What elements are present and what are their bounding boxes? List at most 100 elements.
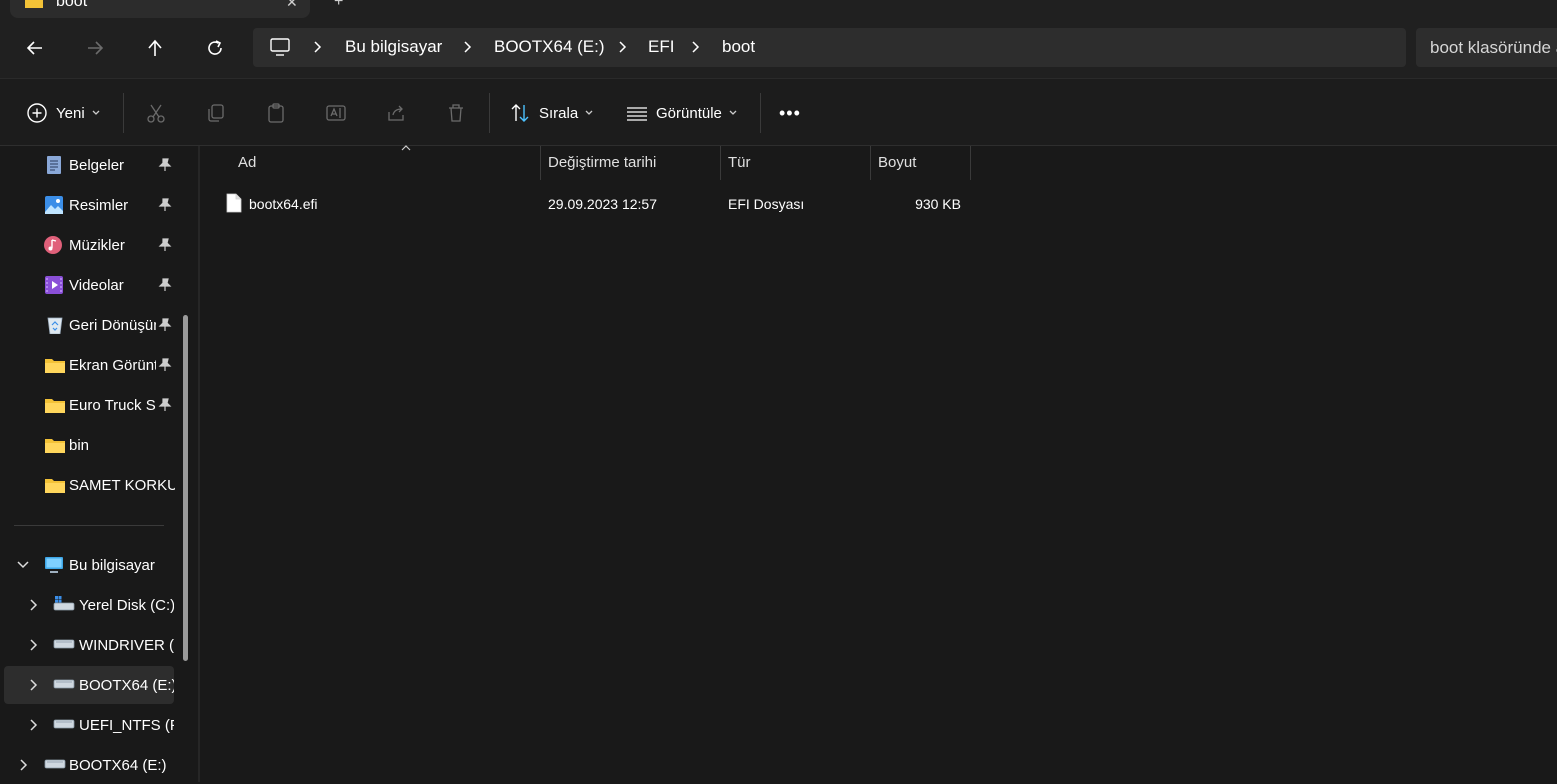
copy-icon (208, 104, 224, 122)
folder-icon (45, 439, 65, 453)
recycle-bin-icon (47, 317, 63, 334)
tab-title: boot (56, 0, 88, 10)
address-bar[interactable]: Bu bilgisayar BOOTX64 (E:) EFI boot (253, 28, 1406, 67)
address-row: Bu bilgisayar BOOTX64 (E:) EFI boot boot… (0, 18, 1557, 78)
sidebar-item-this-pc[interactable]: Bu bilgisayar (4, 546, 174, 584)
column-header-type[interactable]: Tür (721, 146, 870, 180)
forward-button[interactable] (77, 30, 113, 66)
sort-icon (511, 104, 529, 122)
scissors-icon (147, 104, 165, 123)
sidebar-item-videolar[interactable]: Videolar (4, 266, 174, 304)
sidebar-item-label: Bu bilgisayar (69, 557, 155, 574)
sidebar-item-samet-korkusuz[interactable]: SAMET KORKUSUZ (4, 466, 175, 504)
sidebar-item-belgeler[interactable]: Belgeler (4, 146, 174, 184)
sidebar-item-label: bin (69, 437, 90, 454)
paste-button[interactable] (265, 97, 287, 129)
more-options-button[interactable]: ••• (779, 97, 801, 129)
pin-icon[interactable] (158, 198, 172, 212)
sidebar-item-drive-c[interactable]: Yerel Disk (C:) (4, 586, 174, 624)
pin-icon[interactable] (158, 318, 172, 332)
up-button[interactable] (137, 30, 173, 66)
chevron-right-icon[interactable] (28, 678, 40, 692)
chevron-right-icon[interactable] (691, 40, 701, 54)
tab-close-button[interactable]: ✕ (286, 0, 298, 11)
rename-button[interactable] (325, 97, 347, 129)
system-drive-icon (53, 596, 75, 611)
refresh-button[interactable] (197, 30, 233, 66)
toolbar-divider (123, 93, 124, 133)
more-icon: ••• (779, 102, 801, 123)
sidebar-item-label: Belgeler (69, 157, 125, 174)
tab-strip: boot ✕ + (0, 0, 1557, 18)
sidebar-item-label: Müzikler (69, 237, 125, 254)
sidebar-item-drive-e[interactable]: BOOTX64 (E:) (4, 666, 174, 704)
column-header-size[interactable]: Boyut (871, 146, 970, 180)
pin-icon[interactable] (158, 238, 172, 252)
sidebar-item-label: Geri Dönüşüm Kutusu (69, 317, 156, 334)
column-header-name[interactable]: Ad (220, 145, 540, 180)
clipboard-icon (268, 103, 284, 123)
new-tab-button[interactable]: + (334, 0, 343, 11)
chevron-right-icon[interactable] (463, 40, 473, 54)
sort-label: Sırala (539, 104, 579, 122)
file-name: bootx64.efi (249, 196, 318, 212)
sidebar-scrollbar[interactable] (183, 315, 188, 661)
pin-icon[interactable] (158, 278, 172, 292)
sidebar-item-label: UEFI_NTFS (F:) (79, 717, 174, 734)
back-button[interactable] (17, 30, 53, 66)
chevron-right-icon[interactable] (28, 598, 40, 612)
file-type: EFI Dosyası (728, 196, 805, 212)
sidebar-item-label: WINDRIVER (D:) (79, 637, 174, 654)
sidebar-item-label: Resimler (69, 197, 129, 214)
chevron-right-icon[interactable] (28, 638, 40, 652)
pictures-icon (45, 196, 63, 214)
sidebar-item-drive-f[interactable]: UEFI_NTFS (F:) (4, 706, 174, 744)
column-header-label: Değiştirme tarihi (548, 154, 657, 171)
arrow-left-icon (26, 41, 42, 55)
sidebar-item-drive-d[interactable]: WINDRIVER (D:) (4, 626, 174, 664)
pin-icon[interactable] (158, 398, 172, 412)
sidebar-item-label: Yerel Disk (C:) (79, 597, 174, 614)
breadcrumb-boot[interactable]: boot (722, 37, 755, 57)
plus-circle-icon (27, 103, 47, 123)
chevron-right-icon[interactable] (28, 718, 40, 732)
search-placeholder: boot klasöründe ara (1430, 38, 1557, 57)
documents-icon (47, 156, 61, 174)
list-view-icon (627, 107, 647, 121)
sidebar-item-resimler[interactable]: Resimler (4, 186, 174, 224)
sidebar-item-bin[interactable]: bin (4, 426, 174, 464)
column-divider[interactable] (970, 146, 971, 180)
new-button[interactable]: Yeni (26, 97, 101, 129)
tab-boot[interactable]: boot ✕ (10, 0, 310, 18)
copy-button[interactable] (205, 97, 227, 129)
sidebar-item-screenshots[interactable]: Ekran Görüntüleri (4, 346, 174, 384)
column-header-modified[interactable]: Değiştirme tarihi (541, 146, 720, 180)
pin-icon[interactable] (158, 358, 172, 372)
share-button[interactable] (385, 97, 407, 129)
new-label: Yeni (56, 104, 85, 122)
sort-button[interactable]: Sırala (509, 97, 594, 129)
chevron-down-icon[interactable] (16, 558, 30, 572)
folder-icon (45, 359, 65, 373)
rename-icon (326, 105, 346, 121)
pin-icon[interactable] (158, 158, 172, 172)
delete-button[interactable] (445, 97, 467, 129)
table-row[interactable]: bootx64.efi 29.09.2023 12:57 EFI Dosyası… (220, 188, 972, 220)
search-input[interactable]: boot klasöründe ara (1416, 28, 1557, 67)
breadcrumb-bootx64[interactable]: BOOTX64 (E:) (494, 37, 605, 57)
chevron-right-icon[interactable] (18, 758, 30, 772)
chevron-down-icon (92, 110, 100, 115)
breadcrumb-efi[interactable]: EFI (648, 37, 674, 57)
sidebar-item-recycle-bin[interactable]: Geri Dönüşüm Kutusu (4, 306, 174, 344)
cut-button[interactable] (145, 97, 167, 129)
sidebar-item-bootx64-root[interactable]: BOOTX64 (E:) (4, 746, 174, 784)
column-header-label: Tür (728, 154, 751, 171)
chevron-right-icon[interactable] (618, 40, 628, 54)
sidebar-item-muzikler[interactable]: Müzikler (4, 226, 174, 264)
arrow-right-icon (88, 41, 104, 55)
sidebar-item-euro-truck[interactable]: Euro Truck Simulator 2 (4, 386, 174, 424)
file-icon (226, 193, 242, 213)
refresh-icon (208, 40, 222, 55)
view-button[interactable]: Görüntüle (626, 97, 738, 129)
breadcrumb-this-pc[interactable]: Bu bilgisayar (345, 37, 442, 57)
